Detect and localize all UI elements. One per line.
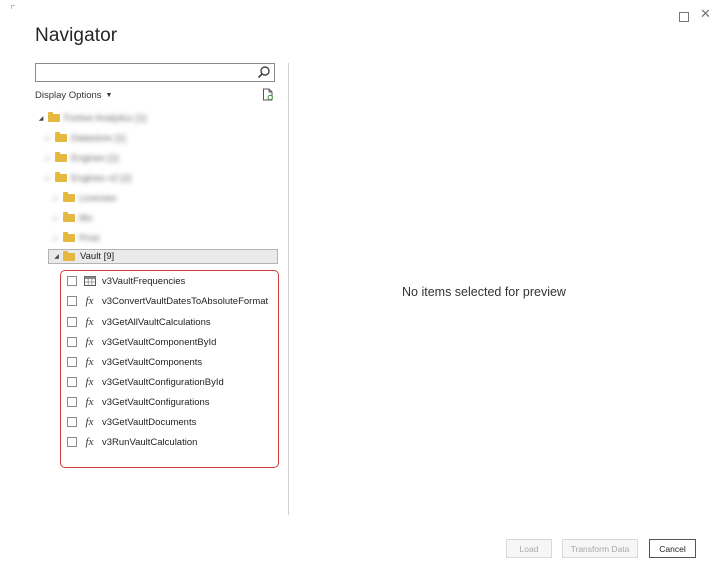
item-checkbox[interactable]	[67, 417, 77, 427]
folder-icon	[55, 132, 67, 142]
display-options-label: Display Options	[35, 90, 102, 101]
collapsed-icon: ▷	[45, 135, 51, 142]
collapsed-icon: ▷	[45, 175, 51, 182]
list-item[interactable]: fx v3GetVaultConfigurationById	[67, 375, 224, 389]
fx-icon: fx	[85, 336, 94, 348]
display-options-dropdown[interactable]: Display Options ▼	[35, 90, 112, 101]
tree-item-label: Engines v2 [2]	[71, 172, 132, 184]
folder-icon	[63, 212, 75, 222]
tree-item-label: Prod	[79, 232, 100, 244]
folder-icon	[63, 232, 75, 242]
fx-icon: fx	[85, 396, 94, 408]
search-box[interactable]	[35, 63, 275, 83]
folder-icon	[48, 112, 60, 122]
refresh-preview-icon[interactable]	[262, 88, 274, 101]
tree-item-label: Fortive Analytics [1]	[64, 112, 147, 124]
transform-data-button[interactable]: Transform Data	[562, 539, 638, 558]
item-checkbox[interactable]	[67, 337, 77, 347]
item-checkbox[interactable]	[67, 377, 77, 387]
folder-icon	[55, 172, 67, 182]
tree-item-label: Datastore [1]	[71, 132, 126, 144]
tree-root-row[interactable]: ◢ Fortive Analytics [1]	[37, 111, 146, 125]
collapsed-icon: ▷	[53, 215, 59, 222]
list-item[interactable]: fx v3ConvertVaultDatesToAbsoluteFormat	[67, 294, 268, 308]
tree-item-label: Vault [9]	[80, 251, 115, 262]
item-checkbox[interactable]	[67, 397, 77, 407]
expanded-icon: ◢	[54, 254, 59, 260]
list-item[interactable]: fx v3GetVaultConfigurations	[67, 395, 210, 409]
item-checkbox[interactable]	[67, 437, 77, 447]
list-item[interactable]: v3VaultFrequencies	[67, 274, 185, 288]
folder-icon	[55, 152, 67, 162]
item-label: v3VaultFrequencies	[102, 275, 186, 287]
tree-item[interactable]: ▷ Mo	[52, 211, 92, 225]
tree-item-label: Engines [1]	[71, 152, 119, 164]
preview-empty-message: No items selected for preview	[402, 285, 566, 299]
page-title: Navigator	[35, 25, 118, 46]
tree-item[interactable]: ▷ Engines v2 [2]	[44, 171, 131, 185]
item-label: v3GetVaultComponentById	[102, 336, 217, 348]
expanded-icon: ◢	[38, 115, 44, 122]
item-checkbox[interactable]	[67, 296, 77, 306]
tree-item[interactable]: ▷ Licenses	[52, 191, 117, 205]
tree-item[interactable]: ▷ Datastore [1]	[44, 131, 125, 145]
maximize-icon[interactable]	[679, 12, 689, 22]
window-corner-mark	[11, 5, 15, 9]
fx-icon: fx	[85, 316, 94, 328]
item-checkbox[interactable]	[67, 317, 77, 327]
search-input[interactable]	[36, 66, 246, 83]
chevron-down-icon: ▼	[105, 92, 113, 99]
cancel-button[interactable]: Cancel	[649, 539, 696, 558]
item-label: v3GetAllVaultCalculations	[102, 316, 211, 328]
close-icon[interactable]: ✕	[700, 7, 710, 20]
item-label: v3GetVaultDocuments	[102, 416, 197, 428]
list-item[interactable]: fx v3RunVaultCalculation	[67, 435, 197, 449]
tree-item[interactable]: ▷ Engines [1]	[44, 151, 119, 165]
item-checkbox[interactable]	[67, 276, 77, 286]
list-item[interactable]: fx v3GetVaultDocuments	[67, 415, 196, 429]
list-item[interactable]: fx v3GetVaultComponents	[67, 355, 202, 369]
item-label: v3RunVaultCalculation	[102, 436, 198, 448]
list-item[interactable]: fx v3GetAllVaultCalculations	[67, 315, 211, 329]
item-label: v3ConvertVaultDatesToAbsoluteFormat	[102, 295, 269, 307]
item-label: v3GetVaultConfigurationById	[102, 376, 224, 388]
tree-item-label: Mo	[79, 212, 93, 224]
collapsed-icon: ▷	[53, 195, 59, 202]
collapsed-icon: ▷	[53, 235, 59, 242]
fx-icon: fx	[85, 356, 94, 368]
item-label: v3GetVaultComponents	[102, 356, 203, 368]
load-button[interactable]: Load	[506, 539, 552, 558]
item-checkbox[interactable]	[67, 357, 77, 367]
fx-icon: fx	[85, 295, 94, 307]
fx-icon: fx	[85, 436, 94, 448]
collapsed-icon: ▷	[45, 155, 51, 162]
tree-item-vault[interactable]: ◢ Vault [9]	[48, 249, 278, 264]
fx-icon: fx	[85, 376, 94, 388]
tree-item[interactable]: ▷ Prod	[52, 231, 99, 245]
tree-item-label: Licenses	[79, 192, 117, 204]
folder-icon	[63, 250, 75, 261]
item-label: v3GetVaultConfigurations	[102, 396, 210, 408]
fx-icon: fx	[85, 416, 94, 428]
pane-divider	[288, 63, 289, 515]
folder-icon	[63, 192, 75, 202]
search-icon[interactable]	[257, 65, 271, 79]
table-icon	[83, 276, 96, 286]
list-item[interactable]: fx v3GetVaultComponentById	[67, 335, 216, 349]
